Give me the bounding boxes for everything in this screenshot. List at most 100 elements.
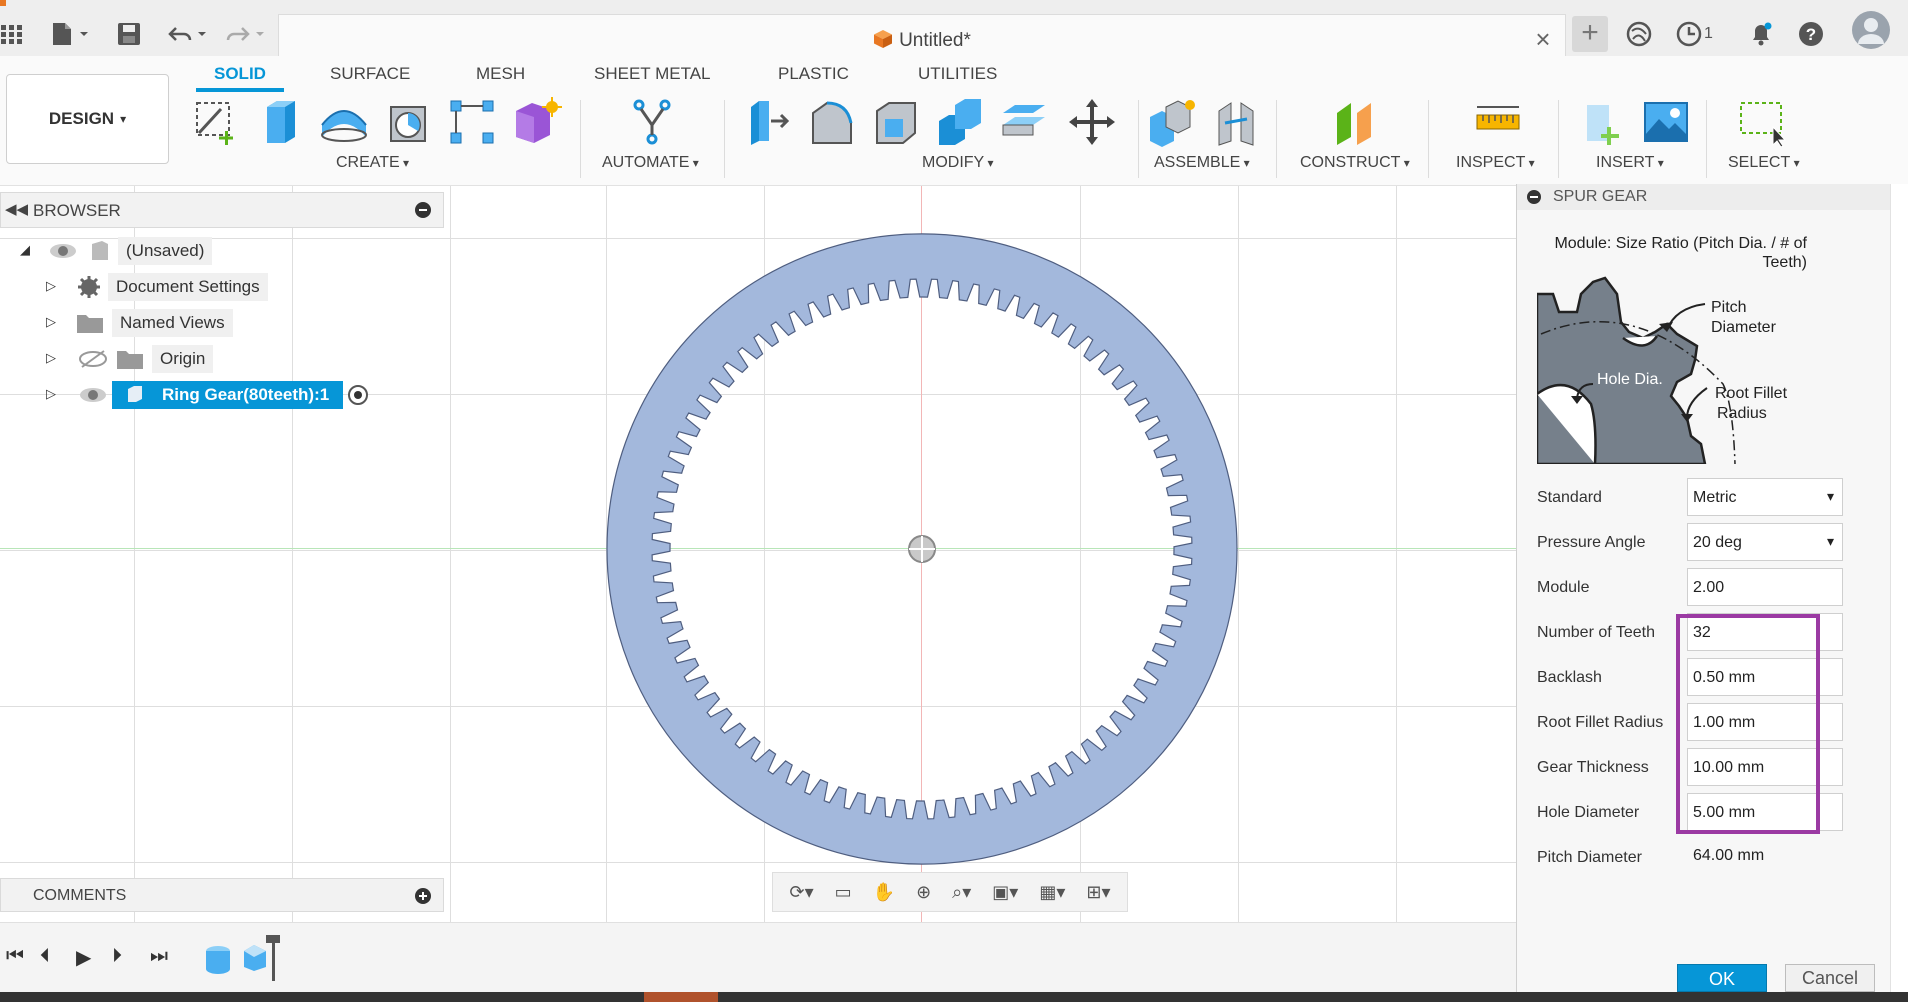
step-forward-icon[interactable]: ⏵	[112, 945, 122, 968]
expand-triangle-icon[interactable]: ▷	[46, 350, 56, 366]
dialog-header[interactable]: SPUR GEAR	[1517, 184, 1891, 210]
tree-item-label: Document Settings	[108, 273, 268, 301]
joint-icon[interactable]	[1210, 96, 1262, 148]
group-construct[interactable]: CONSTRUCT	[1300, 154, 1410, 172]
save-icon[interactable]	[114, 16, 144, 52]
dialog-collapse-icon[interactable]	[1527, 190, 1541, 204]
tree-item-ring-gear[interactable]: ▷ Ring Gear(80teeth):1	[46, 380, 369, 410]
fillet-icon[interactable]	[806, 96, 858, 148]
move-copy-icon[interactable]	[1066, 96, 1118, 148]
measure-icon[interactable]	[1472, 96, 1524, 148]
tree-item-named-views[interactable]: ▷ Named Views	[46, 308, 233, 338]
revolve-icon[interactable]	[318, 96, 370, 148]
hole-icon[interactable]	[382, 96, 434, 148]
automate-icon[interactable]	[626, 96, 678, 148]
pressure-angle-label: Pressure Angle	[1537, 534, 1646, 551]
go-to-start-icon[interactable]: ⏮	[6, 945, 24, 968]
standard-select[interactable]: Metric	[1687, 478, 1843, 516]
offset-face-icon[interactable]	[998, 96, 1050, 148]
step-back-icon[interactable]: ⏴	[40, 945, 50, 968]
tab-surface[interactable]: SURFACE	[330, 64, 410, 84]
help-icon[interactable]: ?	[1798, 18, 1824, 50]
collapse-panel-icon[interactable]: ◀◀	[5, 200, 28, 218]
tab-mesh[interactable]: MESH	[476, 64, 525, 84]
pattern-icon[interactable]	[446, 96, 498, 148]
tree-item-label: Origin	[152, 345, 214, 373]
tab-plastic[interactable]: PLASTIC	[778, 64, 849, 84]
tree-item-document-settings[interactable]: ▷ Document Settings	[46, 272, 268, 302]
group-insert[interactable]: INSERT	[1596, 154, 1664, 172]
notifications-bell-icon[interactable]	[1748, 18, 1774, 50]
shell-icon[interactable]	[870, 96, 922, 148]
offset-plane-icon[interactable]	[1330, 96, 1382, 148]
group-assemble[interactable]: ASSEMBLE	[1154, 154, 1250, 172]
tab-solid[interactable]: SOLID	[214, 64, 266, 84]
combine-icon[interactable]	[934, 96, 986, 148]
undo-icon[interactable]	[166, 16, 210, 52]
comments-panel-header[interactable]: COMMENTS	[0, 878, 444, 912]
look-at-icon[interactable]: ▭	[835, 882, 852, 903]
timeline-marker-handle[interactable]	[266, 935, 280, 943]
play-icon[interactable]: ▶	[76, 945, 91, 970]
user-avatar[interactable]	[1852, 11, 1890, 49]
extrude-icon[interactable]	[254, 96, 306, 148]
go-to-end-icon[interactable]: ⏭	[150, 945, 168, 968]
extensions-icon[interactable]	[1626, 18, 1652, 50]
right-scroll-rail[interactable]	[1890, 184, 1908, 992]
grid-settings-icon[interactable]: ▦▾	[1039, 882, 1065, 903]
viewports-icon[interactable]: ⊞▾	[1086, 882, 1110, 903]
press-pull-icon[interactable]	[742, 96, 794, 148]
tab-sheet-metal[interactable]: SHEET METAL	[594, 64, 711, 84]
cancel-button[interactable]: Cancel	[1785, 964, 1875, 992]
hole-diameter-input[interactable]: 5.00 mm	[1687, 793, 1843, 831]
group-automate[interactable]: AUTOMATE	[602, 154, 699, 172]
redo-icon[interactable]	[224, 16, 268, 52]
insert-canvas-icon[interactable]	[1640, 96, 1692, 148]
add-comment-icon[interactable]	[415, 888, 431, 904]
expand-triangle-icon[interactable]: ▷	[46, 386, 56, 402]
insert-derive-icon[interactable]	[1578, 96, 1630, 148]
new-tab-button[interactable]: +	[1572, 16, 1608, 52]
group-select[interactable]: SELECT	[1728, 154, 1800, 172]
browser-minimize-icon[interactable]	[415, 202, 431, 218]
tree-item-root[interactable]: ◢ (Unsaved)	[20, 236, 213, 266]
module-input[interactable]: 2.00	[1687, 568, 1843, 606]
visibility-eye-icon[interactable]	[48, 241, 78, 261]
file-menu-icon[interactable]	[48, 16, 92, 52]
group-inspect[interactable]: INSPECT	[1456, 154, 1535, 172]
fit-zoom-icon[interactable]: ⌕▾	[952, 882, 971, 903]
job-status-icon[interactable]: 1	[1676, 18, 1713, 50]
create-form-icon[interactable]	[510, 96, 562, 148]
apps-grid-icon[interactable]	[0, 16, 24, 52]
orbit-icon[interactable]: ⟳▾	[790, 882, 814, 903]
activate-radio-icon[interactable]	[347, 384, 369, 406]
display-settings-icon[interactable]: ▣▾	[992, 882, 1018, 903]
timeline-feature-component-icon[interactable]	[240, 941, 270, 973]
number-of-teeth-input[interactable]: 32	[1687, 613, 1843, 651]
tree-item-origin[interactable]: ▷ Origin	[46, 344, 214, 374]
ok-button[interactable]: OK	[1677, 964, 1767, 992]
root-fillet-radius-input[interactable]: 1.00 mm	[1687, 703, 1843, 741]
expand-triangle-icon[interactable]: ▷	[46, 314, 56, 330]
close-tab-icon[interactable]: ×	[1529, 25, 1557, 53]
group-modify[interactable]: MODIFY	[922, 154, 994, 172]
expand-triangle-icon[interactable]: ▷	[46, 278, 56, 294]
new-component-icon[interactable]	[1146, 96, 1198, 148]
hole-diameter-label: Hole Diameter	[1537, 804, 1640, 821]
hidden-eye-icon[interactable]	[78, 349, 108, 369]
expand-triangle-icon[interactable]: ◢	[20, 242, 30, 258]
zoom-icon[interactable]: ⊕	[916, 882, 931, 903]
window-select-icon[interactable]	[1736, 96, 1788, 148]
create-sketch-icon[interactable]	[190, 96, 242, 148]
timeline-marker[interactable]	[272, 937, 275, 981]
tab-utilities[interactable]: UTILITIES	[918, 64, 997, 84]
pressure-angle-select[interactable]: 20 deg	[1687, 523, 1843, 561]
pan-hand-icon[interactable]: ✋	[873, 882, 895, 903]
browser-panel-header[interactable]: ◀◀ BROWSER	[0, 192, 444, 228]
group-create[interactable]: CREATE	[336, 154, 409, 172]
workspace-switcher[interactable]: DESIGN ▾	[6, 74, 169, 164]
gear-thickness-input[interactable]: 10.00 mm	[1687, 748, 1843, 786]
backlash-input[interactable]: 0.50 mm	[1687, 658, 1843, 696]
visibility-eye-icon[interactable]	[78, 385, 108, 405]
timeline-feature-cylinder-icon[interactable]	[204, 945, 232, 975]
